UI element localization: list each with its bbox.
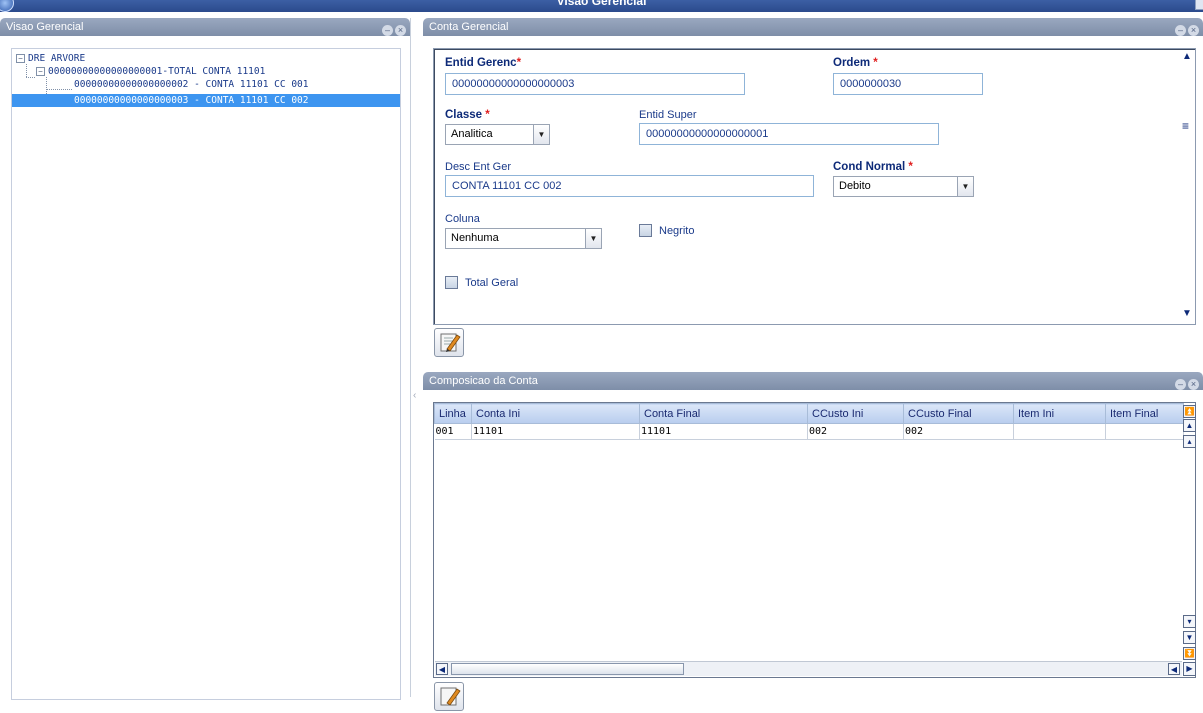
negrito-checkbox[interactable] — [639, 224, 652, 237]
classe-label: Classe * — [445, 109, 490, 121]
minimize-icon[interactable]: – — [1175, 25, 1186, 36]
classe-select[interactable]: Analitica ▼ — [445, 124, 550, 145]
tree-node-label: 00000000000000000001-TOTAL CONTA 11101 — [48, 66, 266, 77]
panel-header: Visao Gerencial – × — [0, 18, 410, 36]
scroll-top-icon[interactable]: ⏫ — [1183, 405, 1196, 418]
tree-connector — [26, 77, 35, 78]
tree-node-cc001[interactable]: 00000000000000000002 - CONTA 11101 CC 00… — [74, 78, 313, 91]
scroll-up-icon[interactable]: ▴ — [1183, 435, 1196, 448]
cell-item-final[interactable] — [1105, 423, 1184, 440]
scroll-right-icon[interactable]: ◀ — [1168, 663, 1180, 675]
column-header-item-final[interactable]: Item Final — [1105, 403, 1184, 424]
tree-view[interactable]: − DRE ARVORE −00000000000000000001-TOTAL … — [11, 48, 401, 700]
data-table: Linha Conta Ini Conta Final CCusto Ini C… — [434, 403, 1184, 440]
scroll-page-up-icon[interactable]: ▲ — [1183, 419, 1196, 432]
edit-icon — [440, 333, 461, 352]
collapse-icon[interactable]: − — [16, 54, 25, 63]
tree-node-label: DRE ARVORE — [28, 53, 86, 64]
close-icon[interactable]: × — [395, 25, 406, 36]
scroll-right-end-icon[interactable]: ▶ — [1183, 662, 1196, 676]
tree-node-label: 00000000000000000002 - CONTA 11101 CC 00… — [74, 79, 309, 90]
tree-connector — [46, 89, 72, 90]
cond-normal-label: Cond Normal * — [833, 161, 913, 173]
form-scrollbar[interactable]: ▲ ≡ ▼ — [1181, 49, 1195, 324]
select-value: Nenhuma — [451, 232, 499, 244]
form-area: Entid Gerenc* Ordem * Classe * Analitica… — [433, 48, 1196, 325]
entid-super-input[interactable] — [639, 123, 939, 145]
scroll-down-icon[interactable]: ▼ — [1182, 308, 1192, 319]
ordem-label: Ordem * — [833, 57, 878, 69]
tree-node-root[interactable]: − DRE ARVORE — [16, 52, 85, 65]
desc-ent-ger-input[interactable] — [445, 175, 814, 197]
composicao-conta-panel: Composicao da Conta – × Linha Conta Ini C… — [423, 372, 1203, 711]
panel-header: Composicao da Conta – × — [423, 372, 1203, 390]
ordem-input[interactable] — [833, 73, 983, 95]
column-header-conta-ini[interactable]: Conta Ini — [471, 403, 640, 424]
dropdown-arrow-icon[interactable]: ▼ — [533, 125, 549, 144]
column-header-linha[interactable]: Linha — [434, 403, 472, 424]
panel-title: Visao Gerencial — [6, 21, 84, 33]
conta-gerencial-panel: Conta Gerencial –× Entid Gerenc* Ordem *… — [423, 18, 1203, 368]
dropdown-arrow-icon[interactable]: ▼ — [957, 177, 973, 196]
cell-conta-final[interactable]: 11101 — [639, 423, 808, 440]
table-header-row: Linha Conta Ini Conta Final CCusto Ini C… — [434, 403, 1184, 424]
chevron-left-icon[interactable]: ‹ — [413, 390, 416, 401]
negrito-label: Negrito — [659, 225, 695, 237]
scroll-down-icon[interactable]: ▾ — [1183, 615, 1196, 628]
panel-splitter[interactable]: ‹ — [411, 18, 423, 697]
entid-gerenc-input[interactable] — [445, 73, 745, 95]
edit-button[interactable] — [434, 328, 464, 357]
grid-horizontal-scrollbar[interactable]: ◀ ◀ — [435, 661, 1182, 676]
select-value: Analitica — [451, 128, 493, 140]
window-title: Visao Gerencial — [556, 0, 647, 8]
total-geral-checkbox[interactable] — [445, 276, 458, 289]
scroll-up-icon[interactable]: ▲ — [1182, 51, 1192, 62]
column-header-item-ini[interactable]: Item Ini — [1013, 403, 1106, 424]
cell-item-ini[interactable] — [1013, 423, 1106, 440]
table-row[interactable]: 001 11101 11101 002 002 — [434, 423, 1184, 440]
visao-gerencial-panel: Visao Gerencial – × − DRE ARVORE −00000000… — [0, 18, 411, 700]
entid-gerenc-label: Entid Gerenc* — [445, 57, 522, 69]
cell-linha[interactable]: 001 — [434, 423, 472, 440]
entid-super-label: Entid Super — [639, 109, 697, 121]
scroll-thumb-grip-icon[interactable]: ≡ — [1182, 119, 1189, 133]
tree-node-label: 00000000000000000003 - CONTA 11101 CC 00… — [74, 95, 309, 106]
column-header-ccusto-final[interactable]: CCusto Final — [903, 403, 1014, 424]
cell-conta-ini[interactable]: 11101 — [471, 423, 640, 440]
scroll-left-icon[interactable]: ◀ — [436, 663, 448, 675]
total-geral-label: Total Geral — [465, 277, 519, 289]
desc-ent-ger-label: Desc Ent Ger — [445, 161, 512, 173]
scroll-thumb[interactable] — [451, 663, 684, 675]
coluna-select[interactable]: Nenhuma ▼ — [445, 228, 602, 249]
window-control-button[interactable] — [1195, 0, 1203, 10]
cond-normal-select[interactable]: Debito ▼ — [833, 176, 974, 197]
panel-title: Conta Gerencial — [429, 21, 509, 33]
scroll-bottom-icon[interactable]: ⏬ — [1183, 647, 1196, 660]
cell-ccusto-final[interactable]: 002 — [903, 423, 1014, 440]
select-value: Debito — [839, 180, 871, 192]
tree-node-cc002[interactable]: 00000000000000000003 - CONTA 11101 CC 00… — [12, 94, 400, 107]
close-icon[interactable]: × — [1188, 379, 1199, 390]
cell-ccusto-ini[interactable]: 002 — [807, 423, 904, 440]
panel-header: Conta Gerencial – × — [423, 18, 1203, 36]
coluna-label: Coluna — [445, 213, 480, 225]
window-title-bar: Visao Gerencial — [0, 0, 1203, 12]
tree-connector — [26, 64, 27, 77]
tree-node-total[interactable]: −00000000000000000001-TOTAL CONTA 11101 — [36, 65, 265, 78]
panel-title: Composicao da Conta — [429, 375, 538, 387]
minimize-icon[interactable]: – — [382, 25, 393, 36]
minimize-icon[interactable]: – — [1175, 379, 1186, 390]
column-header-conta-final[interactable]: Conta Final — [639, 403, 808, 424]
close-icon[interactable]: × — [1188, 25, 1199, 36]
collapse-icon[interactable]: − — [36, 67, 45, 76]
column-header-ccusto-ini[interactable]: CCusto Ini — [807, 403, 904, 424]
composicao-grid[interactable]: Linha Conta Ini Conta Final CCusto Ini C… — [433, 402, 1196, 678]
scroll-page-down-icon[interactable]: ▼ — [1183, 631, 1196, 644]
dropdown-arrow-icon[interactable]: ▼ — [585, 229, 601, 248]
